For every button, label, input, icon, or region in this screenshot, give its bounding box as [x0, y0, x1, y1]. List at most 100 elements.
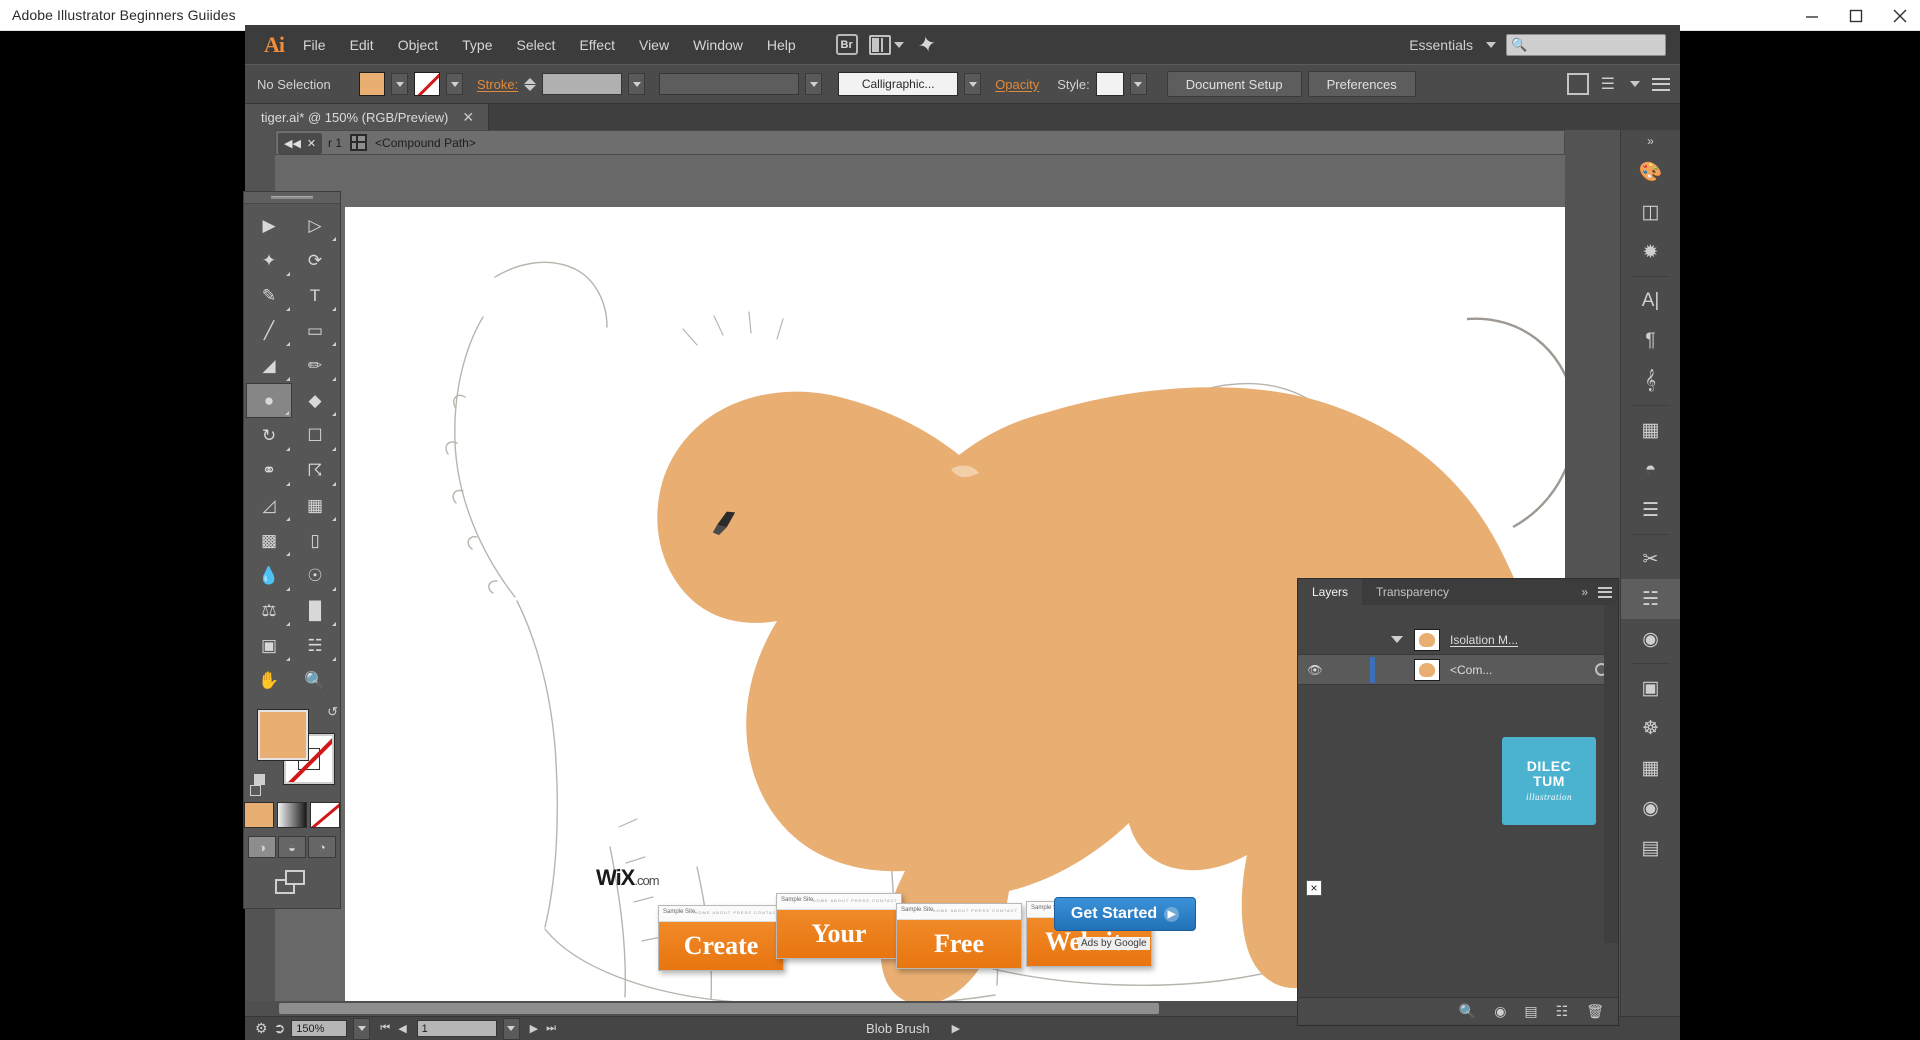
tab-transparency[interactable]: Transparency: [1362, 579, 1463, 605]
appearance-icon[interactable]: ◉: [1621, 619, 1680, 659]
symbol-sprayer-tool[interactable]: ⚖: [246, 593, 292, 628]
zoom-dropdown-icon[interactable]: [353, 1018, 370, 1040]
direct-selection-tool[interactable]: ▷: [292, 208, 338, 243]
blob-brush-tool[interactable]: ●: [246, 383, 292, 418]
lasso-tool[interactable]: ⟳: [292, 243, 338, 278]
exit-isolation-icon[interactable]: ◀◀: [284, 137, 301, 150]
magic-wand-tool[interactable]: ✦: [246, 243, 292, 278]
breadcrumb-layer-label[interactable]: r 1: [328, 136, 342, 150]
delete-selection-icon[interactable]: 🗑: [1586, 1003, 1604, 1020]
menu-select[interactable]: Select: [505, 33, 568, 57]
last-artboard-icon[interactable]: ⏭: [546, 1022, 556, 1035]
stroke-color-swatch[interactable]: [414, 72, 440, 96]
fill-dropdown-icon[interactable]: [391, 73, 408, 95]
preferences-button[interactable]: Preferences: [1308, 71, 1416, 97]
pencil-tool[interactable]: ✏: [292, 348, 338, 383]
expand-panel-icon[interactable]: »: [1581, 585, 1588, 599]
graphic-style-swatch[interactable]: [1096, 72, 1124, 96]
paragraph-icon[interactable]: ¶: [1621, 321, 1680, 361]
tab-layers[interactable]: Layers: [1298, 579, 1362, 605]
artboard-number-field[interactable]: 1: [417, 1020, 497, 1037]
none-mode-button[interactable]: [310, 802, 340, 828]
align-icon[interactable]: ☰: [1601, 74, 1615, 94]
stroke-icon[interactable]: ▤: [1621, 828, 1680, 868]
glyphs-icon[interactable]: 𝄞: [1621, 361, 1680, 401]
default-fill-stroke-icon[interactable]: [250, 774, 261, 796]
locate-object-icon[interactable]: 🔍: [1459, 1003, 1476, 1020]
tools-panel-grip[interactable]: [244, 192, 340, 204]
swirl-icon[interactable]: ✦: [911, 30, 941, 59]
close-icon[interactable]: ✕: [462, 109, 474, 126]
close-icon[interactable]: [1890, 6, 1910, 26]
swatches-icon[interactable]: ▦: [1621, 748, 1680, 788]
workspace-switcher[interactable]: Essentials: [1409, 37, 1473, 53]
artboards-icon[interactable]: ▣: [1621, 668, 1680, 708]
blend-tool[interactable]: ☉: [292, 558, 338, 593]
isolation-exit-controls[interactable]: ◀◀ ✕: [278, 133, 322, 154]
arrange-documents-icon[interactable]: [874, 33, 900, 57]
ad-close-button[interactable]: ×: [1306, 880, 1322, 896]
menu-edit[interactable]: Edit: [338, 33, 386, 57]
character-icon[interactable]: A|: [1621, 281, 1680, 321]
change-screen-mode-icon[interactable]: [275, 870, 309, 896]
stroke-dropdown-icon[interactable]: [446, 73, 463, 95]
layer-name[interactable]: Isolation M...: [1450, 633, 1584, 647]
shape-builder-tool[interactable]: ☈: [292, 453, 338, 488]
gradient-mode-button[interactable]: [277, 802, 307, 828]
scrollbar-thumb[interactable]: [279, 1003, 1159, 1014]
new-layer-icon[interactable]: ☷: [1556, 1003, 1569, 1020]
visibility-toggle-icon[interactable]: 👁: [1298, 663, 1332, 677]
stroke-profile-field[interactable]: [659, 73, 799, 95]
gradient-tool[interactable]: ▩: [246, 523, 292, 558]
swap-fill-stroke-icon[interactable]: ↺: [327, 704, 338, 720]
document-tab[interactable]: tiger.ai* @ 150% (RGB/Preview) ✕: [245, 104, 489, 130]
perspective-grid-tool[interactable]: ◿: [246, 488, 292, 523]
expand-group-icon[interactable]: [1380, 636, 1414, 643]
get-started-button[interactable]: Get Started ▶: [1054, 897, 1196, 931]
minimize-icon[interactable]: [1802, 6, 1822, 26]
stroke-weight-dropdown-icon[interactable]: [628, 73, 645, 95]
graphic-style-dropdown-icon[interactable]: [1130, 73, 1147, 95]
color-panel-icon[interactable]: 🎨: [1621, 152, 1680, 192]
table-row[interactable]: 👁 <Com...: [1298, 655, 1618, 685]
document-setup-button[interactable]: Document Setup: [1167, 71, 1302, 97]
type-tool[interactable]: T: [292, 278, 338, 313]
fill-color-swatch[interactable]: [359, 72, 385, 96]
transform-each-icon[interactable]: [1567, 73, 1589, 95]
first-artboard-icon[interactable]: ⏮: [380, 1022, 390, 1035]
opacity-label[interactable]: Opacity: [995, 77, 1039, 92]
draw-normal-button[interactable]: ◑: [248, 836, 276, 858]
stroke-weight-label[interactable]: Stroke:: [477, 77, 518, 92]
layer-name[interactable]: <Com...: [1450, 663, 1584, 677]
draw-behind-button[interactable]: ◒: [278, 836, 306, 858]
brush-definition-dropdown-icon[interactable]: [964, 73, 981, 95]
align-chevron-down-icon[interactable]: [1630, 81, 1640, 87]
pen-tool[interactable]: ✎: [246, 278, 292, 313]
artboard-tool[interactable]: ▣: [246, 628, 292, 663]
brushes-icon[interactable]: ✹: [1621, 232, 1680, 272]
symbols-icon[interactable]: ☸: [1621, 708, 1680, 748]
artboard-dropdown-icon[interactable]: [503, 1018, 520, 1040]
draw-inside-button[interactable]: ◔: [308, 836, 336, 858]
hand-tool[interactable]: ✋: [246, 663, 292, 698]
collapse-dock-icon[interactable]: »: [1621, 130, 1680, 152]
share-on-behance-icon[interactable]: ➲: [274, 1020, 286, 1037]
next-artboard-icon[interactable]: ▶: [530, 1022, 538, 1035]
gradient-icon[interactable]: ◉: [1621, 788, 1680, 828]
layers-scrollbar[interactable]: [1604, 605, 1618, 943]
eyedropper-tool[interactable]: 💧: [246, 558, 292, 593]
brush-definition-field[interactable]: Calligraphic...: [838, 72, 958, 96]
menu-view[interactable]: View: [627, 33, 681, 57]
menu-effect[interactable]: Effect: [567, 33, 627, 57]
color-mode-button[interactable]: [244, 802, 274, 828]
color-guide-icon[interactable]: ◫: [1621, 192, 1680, 232]
table-row[interactable]: Isolation M...: [1298, 625, 1618, 655]
close-isolation-icon[interactable]: ✕: [307, 137, 316, 150]
search-input[interactable]: 🔍: [1506, 34, 1666, 56]
menu-object[interactable]: Object: [386, 33, 450, 57]
menu-file[interactable]: File: [291, 33, 338, 57]
ads-attribution[interactable]: Ads by Google: [1078, 937, 1150, 950]
chevron-down-icon[interactable]: [1486, 42, 1496, 48]
column-graph-tool[interactable]: █: [292, 593, 338, 628]
selection-tool[interactable]: ▶: [246, 208, 292, 243]
